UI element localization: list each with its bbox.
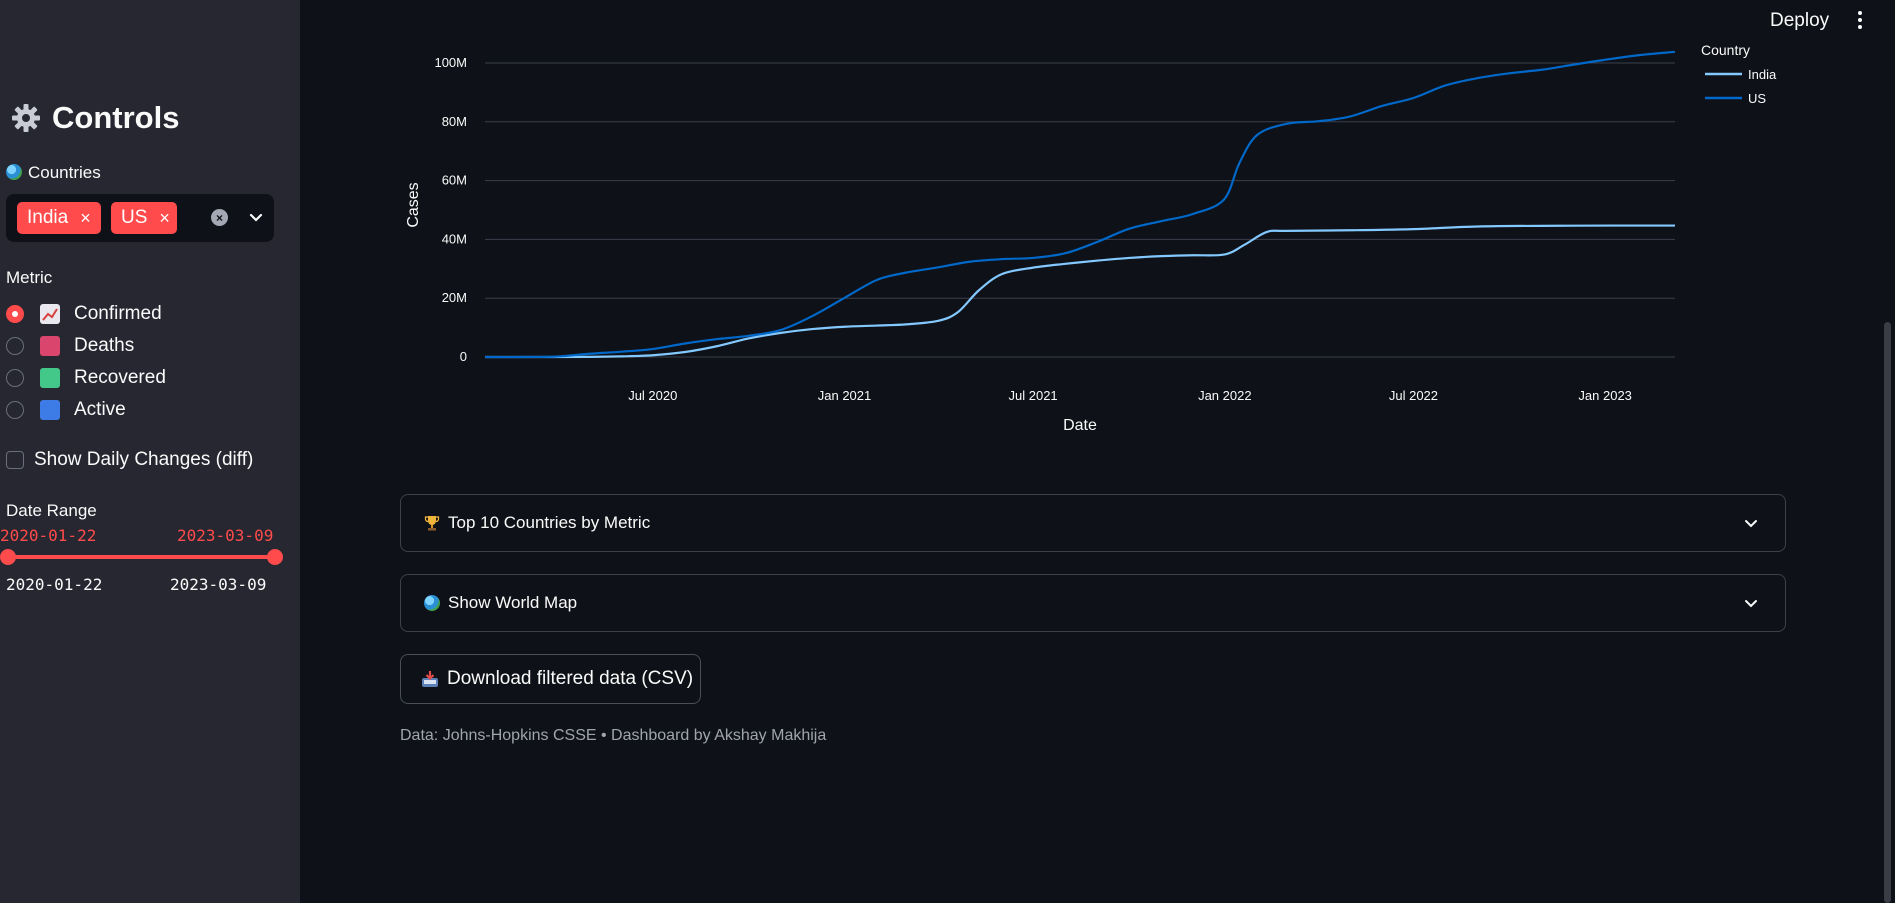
globe-icon xyxy=(424,595,440,611)
chevron-down-icon[interactable] xyxy=(246,208,266,228)
red-square-icon xyxy=(40,336,60,356)
radio-recovered[interactable] xyxy=(6,369,24,387)
sidebar-title: Controls xyxy=(10,100,179,136)
metric-option-recovered[interactable]: Recovered xyxy=(6,367,166,389)
clear-all-icon[interactable]: × xyxy=(211,209,228,226)
sidebar: Controls Countries India × US × × Metric… xyxy=(0,0,300,903)
chip-india: India × xyxy=(17,202,101,234)
chart-increasing-icon xyxy=(40,304,60,324)
chevron-down-icon xyxy=(1745,600,1757,608)
chip-us: US × xyxy=(111,202,177,234)
expander-top10-label: Top 10 Countries by Metric xyxy=(448,513,651,532)
y-tick-label: 100M xyxy=(434,55,467,70)
legend-title: Country xyxy=(1701,42,1750,58)
x-tick-label: Jul 2022 xyxy=(1389,388,1438,403)
remove-us-icon[interactable]: × xyxy=(159,209,170,227)
legend: Country India US xyxy=(1701,42,1777,106)
series-line-india xyxy=(484,224,1676,359)
slider-start-handle[interactable] xyxy=(0,549,16,565)
date-range-label: Date Range xyxy=(6,501,97,520)
y-tick-label: 0 xyxy=(460,349,467,364)
metric-option-deaths[interactable]: Deaths xyxy=(6,335,134,357)
slider-end-handle[interactable] xyxy=(267,549,283,565)
radio-deaths[interactable] xyxy=(6,337,24,355)
diff-checkbox-row[interactable]: Show Daily Changes (diff) xyxy=(6,449,253,471)
expander-world-map[interactable]: Show World Map xyxy=(400,574,1786,632)
metric-label-confirmed: Confirmed xyxy=(74,303,162,324)
countries-label-text: Countries xyxy=(28,163,101,182)
chip-us-label: US xyxy=(121,207,148,228)
y-tick-label: 20M xyxy=(442,290,467,305)
metric-option-confirmed[interactable]: Confirmed xyxy=(6,303,162,325)
metric-option-active[interactable]: Active xyxy=(6,399,126,421)
caption: Data: Johns-Hopkins CSSE • Dashboard by … xyxy=(400,727,827,744)
radio-active[interactable] xyxy=(6,401,24,419)
x-tick-label: Jan 2023 xyxy=(1578,388,1632,403)
expander-top10[interactable]: Top 10 Countries by Metric xyxy=(400,494,1786,552)
more-options-icon[interactable] xyxy=(1853,8,1867,32)
sidebar-title-text: Controls xyxy=(52,100,180,135)
deploy-button[interactable]: Deploy xyxy=(1766,8,1833,34)
inbox-tray-icon xyxy=(422,671,438,687)
range-max-label: 2023-03-09 xyxy=(170,575,267,594)
download-csv-button[interactable]: Download filtered data (CSV) xyxy=(400,654,701,704)
slider-end-value: 2023-03-09 xyxy=(177,526,274,545)
y-tick-label: 80M xyxy=(442,114,467,129)
legend-label: US xyxy=(1748,91,1766,106)
slider-start-value: 2020-01-22 xyxy=(0,526,97,545)
x-axis-title: Date xyxy=(1063,417,1097,434)
countries-label: Countries xyxy=(6,163,101,183)
remove-india-icon[interactable]: × xyxy=(80,209,91,227)
chevron-down-icon xyxy=(1745,520,1757,528)
green-square-icon xyxy=(40,368,60,388)
line-chart: 0 20M 40M 60M 80M 100M Jul 2020 Jan 2021 Jul 20… xyxy=(405,42,1777,434)
chip-india-label: India xyxy=(27,207,69,228)
radio-confirmed[interactable] xyxy=(6,305,24,323)
metric-label-deaths: Deaths xyxy=(74,335,135,356)
x-tick-label: Jul 2020 xyxy=(628,388,677,403)
scrollbar[interactable] xyxy=(1884,322,1891,903)
countries-multiselect[interactable]: India × US × × xyxy=(6,194,274,242)
y-axis-title: Cases xyxy=(405,182,422,227)
blue-square-icon xyxy=(40,400,60,420)
y-tick-label: 40M xyxy=(442,231,467,246)
download-csv-label: Download filtered data (CSV) xyxy=(447,668,694,689)
diff-checkbox-label: Show Daily Changes (diff) xyxy=(34,449,254,470)
globe-icon xyxy=(6,164,22,180)
trophy-icon xyxy=(424,516,440,531)
metric-label-active: Active xyxy=(74,399,126,420)
x-tick-label: Jan 2022 xyxy=(1198,388,1252,403)
series-line-us xyxy=(484,50,1676,359)
diff-checkbox[interactable] xyxy=(6,451,24,469)
y-tick-label: 60M xyxy=(442,173,467,188)
date-range-slider-track[interactable] xyxy=(6,555,276,559)
gear-icon xyxy=(12,104,40,132)
x-tick-label: Jan 2021 xyxy=(818,388,872,403)
metric-label-recovered: Recovered xyxy=(74,367,166,388)
range-min-label: 2020-01-22 xyxy=(6,575,103,594)
expander-world-map-label: Show World Map xyxy=(448,593,578,612)
x-tick-label: Jul 2021 xyxy=(1009,388,1058,403)
metric-label: Metric xyxy=(6,268,53,287)
legend-label: India xyxy=(1748,67,1777,82)
